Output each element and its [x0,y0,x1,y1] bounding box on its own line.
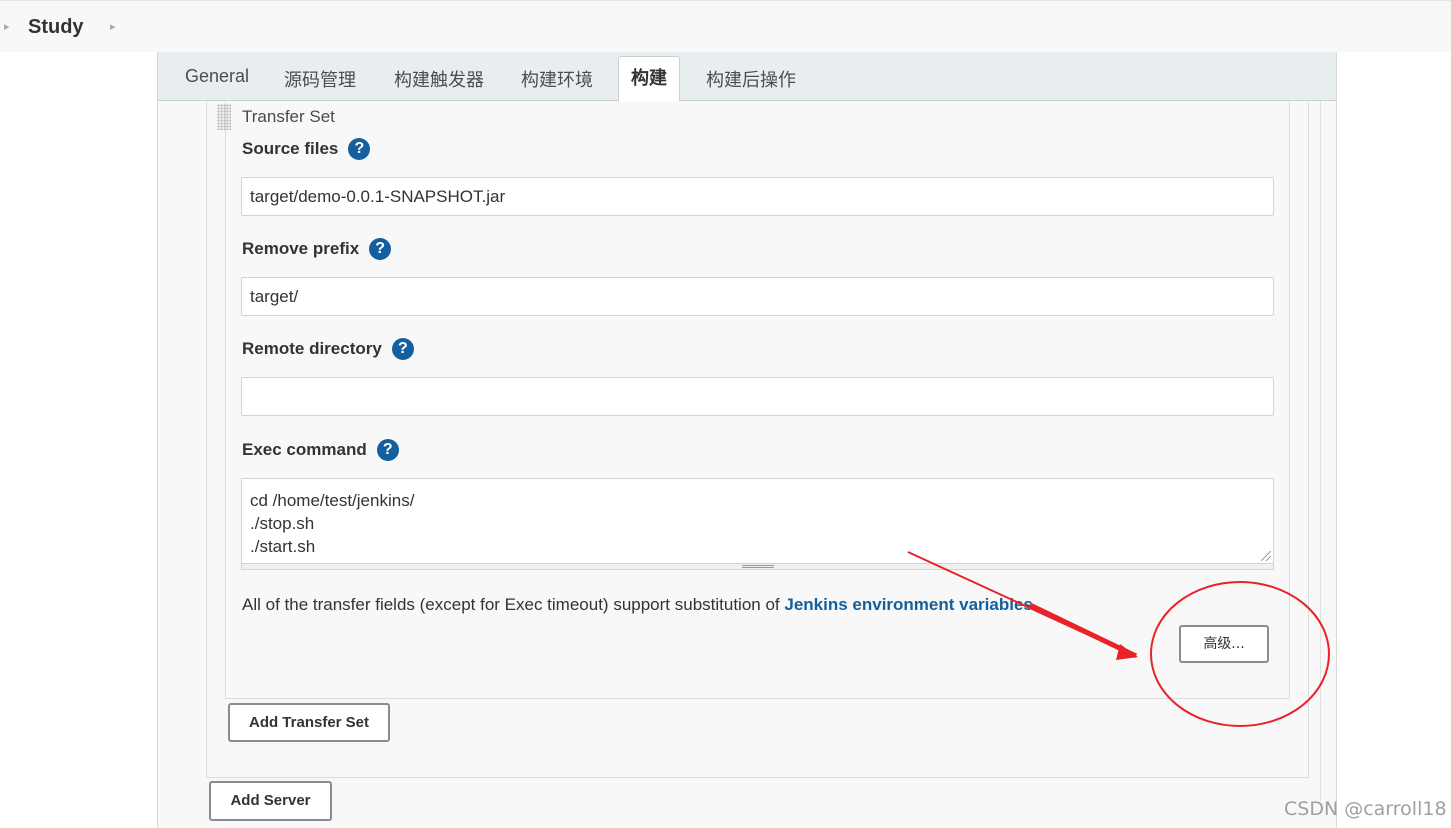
remove-prefix-input[interactable]: target/ [241,277,1274,316]
help-icon[interactable]: ? [391,338,414,360]
source-files-input[interactable]: target/demo-0.0.1-SNAPSHOT.jar [241,177,1274,216]
remove-prefix-label: Remove prefix ? [242,238,392,260]
resize-grip-icon[interactable] [1261,551,1271,561]
config-tab-bar: General 源码管理 构建触发器 构建环境 构建 构建后操作 [158,52,1336,102]
section-divider [1320,101,1321,801]
exec-command-box [241,478,1274,564]
tab-build-triggers[interactable]: 构建触发器 [394,66,484,92]
add-server-button[interactable]: Add Server [209,781,332,821]
tab-build-environment[interactable]: 构建环境 [521,66,593,92]
breadcrumb-project-link[interactable]: Study [28,16,84,39]
exec-command-textarea[interactable] [242,479,1273,563]
breadcrumb: ▸ Study ▸ [0,0,1451,52]
remote-directory-label-text: Remote directory [242,339,382,358]
source-files-label: Source files ? [242,138,371,160]
remote-directory-input[interactable] [241,377,1274,416]
remote-directory-label: Remote directory ? [242,338,414,360]
help-icon[interactable]: ? [348,138,371,160]
breadcrumb-arrow-icon[interactable]: ▸ [4,20,10,33]
help-icon[interactable]: ? [369,238,392,260]
transfer-set-title: Transfer Set [242,107,335,126]
remove-prefix-label-text: Remove prefix [242,239,360,258]
source-files-label-text: Source files [242,139,339,158]
breadcrumb-arrow-icon[interactable]: ▸ [110,20,116,33]
help-icon[interactable]: ? [376,439,399,461]
substitution-note: All of the transfer fields (except for E… [242,595,1033,615]
tab-source-code[interactable]: 源码管理 [284,66,356,92]
tab-build[interactable]: 构建 [618,56,680,102]
drag-handle-icon[interactable] [217,104,231,130]
tab-general[interactable]: General [185,66,249,87]
jenkins-env-vars-link[interactable]: Jenkins environment variables [784,595,1033,614]
advanced-button[interactable]: 高级... [1179,625,1269,663]
tab-post-build[interactable]: 构建后操作 [706,66,796,92]
add-transfer-set-button[interactable]: Add Transfer Set [228,703,390,742]
textarea-splitter[interactable] [241,564,1274,570]
exec-command-label: Exec command ? [242,439,399,461]
exec-command-label-text: Exec command [242,440,367,459]
substitution-note-text: All of the transfer fields (except for E… [242,595,785,614]
watermark: CSDN @carroll18 [1284,798,1447,820]
splitter-handle-icon[interactable] [742,565,774,568]
